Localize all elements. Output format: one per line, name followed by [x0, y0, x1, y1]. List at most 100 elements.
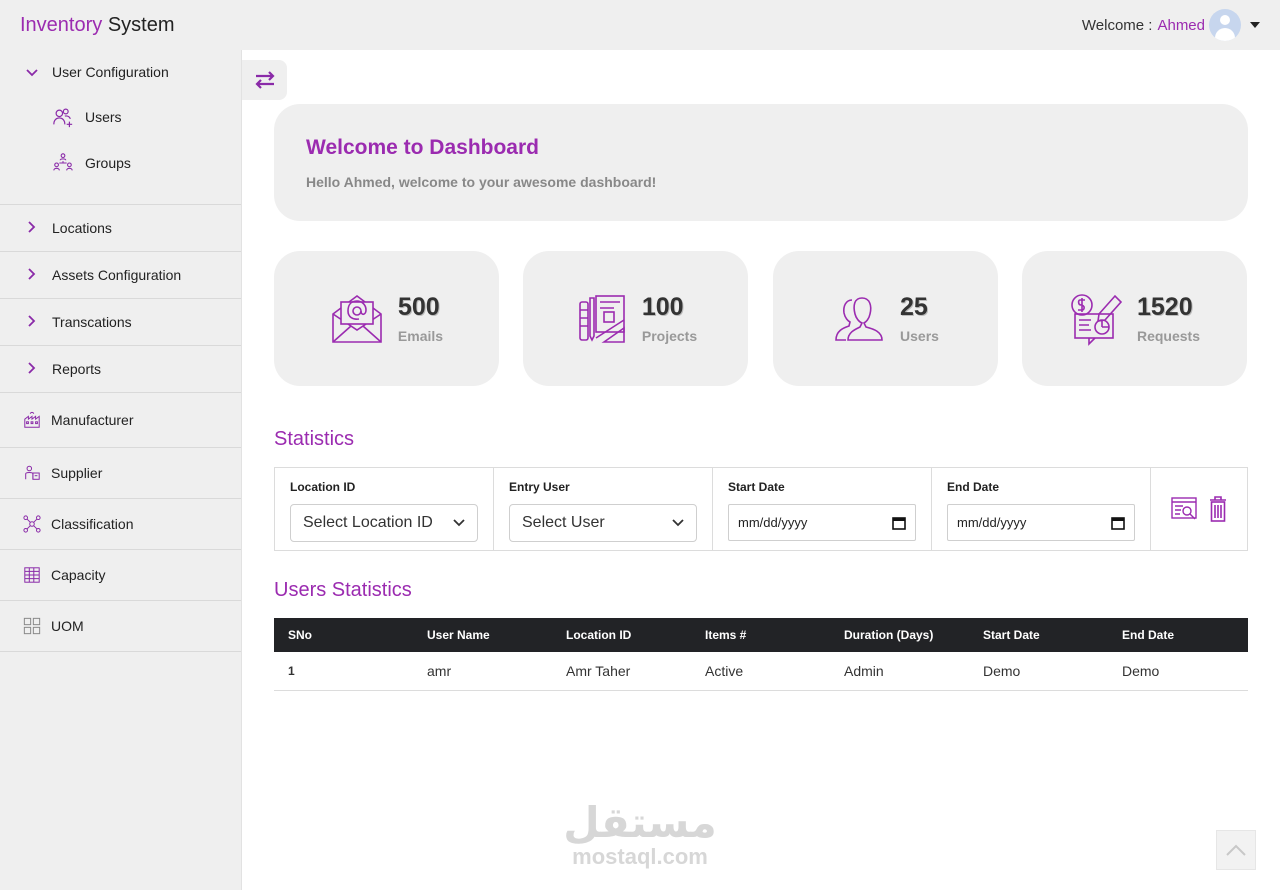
sidebar-item-user-configuration[interactable]: User Configuration: [0, 50, 241, 94]
location-select[interactable]: Select Location ID: [290, 504, 478, 542]
table-cell: Demo: [1122, 663, 1160, 679]
column-header[interactable]: User Name: [413, 628, 552, 642]
calendar-icon[interactable]: [1111, 516, 1125, 530]
requests-icon: [1071, 293, 1123, 346]
chevron-right-icon: [24, 220, 40, 236]
location-filter: Location ID Select Location ID: [275, 468, 494, 550]
sidebar-item-label: UOM: [51, 618, 84, 634]
uom-icon: [23, 617, 41, 635]
sidebar-item-reports[interactable]: Reports: [0, 346, 241, 392]
user-name: Ahmed: [1157, 16, 1205, 34]
sidebar-item-label: Classification: [51, 516, 134, 532]
sidebar-item-classification[interactable]: Classification: [0, 499, 241, 549]
sidebar-item-manufacturer[interactable]: Manufacturer: [0, 393, 241, 447]
sidebar-group-user-configuration: User Configuration Users Groups: [0, 50, 241, 205]
column-header[interactable]: Items #: [691, 628, 830, 642]
sidebar-item-capacity[interactable]: Capacity: [0, 550, 241, 600]
top-bar: Inventory System Welcome : Ahmed: [0, 0, 1280, 50]
caret-down-icon[interactable]: [1250, 22, 1260, 28]
stat-label: Users: [900, 328, 939, 344]
welcome-label: Welcome :: [1081, 16, 1153, 34]
table-row[interactable]: 1 amr Amr Taher Active Admin Demo Demo: [274, 652, 1248, 691]
watermark-arabic: مستقل: [563, 798, 717, 847]
users-statistics-table: SNo User Name Location ID Items # Durati…: [274, 618, 1248, 691]
sidebar-item-label: Supplier: [51, 465, 103, 481]
column-header[interactable]: End Date: [1108, 628, 1247, 642]
users-icon: [835, 296, 883, 341]
welcome-subtitle: Hello Ahmed, welcome to your awesome das…: [306, 174, 657, 190]
column-header[interactable]: SNo: [274, 628, 413, 642]
welcome-card: Welcome to Dashboard Hello Ahmed, welcom…: [274, 104, 1248, 221]
sidebar-item-label: Locations: [52, 220, 112, 236]
column-header[interactable]: Location ID: [552, 628, 691, 642]
calendar-icon[interactable]: [892, 516, 906, 530]
chevron-up-icon: [1226, 844, 1246, 856]
stat-label: Emails: [397, 328, 444, 344]
groups-icon: [53, 153, 73, 171]
chevron-right-icon: [24, 361, 40, 377]
column-header[interactable]: Duration (Days): [830, 628, 969, 642]
user-menu[interactable]: Welcome : Ahmed: [1082, 9, 1260, 41]
start-date-input[interactable]: mm/dd/yyyy: [728, 504, 916, 541]
stat-card-users[interactable]: 25 Users: [773, 251, 998, 386]
classification-icon: [23, 515, 41, 533]
add-user-icon: [53, 108, 73, 128]
statistics-filters: Location ID Select Location ID Entry Use…: [274, 467, 1248, 551]
sidebar-item-label: Manufacturer: [51, 412, 134, 428]
table-header: SNo User Name Location ID Items # Durati…: [274, 618, 1248, 652]
statistics-title: Statistics: [274, 428, 355, 450]
sidebar-item-assets-configuration[interactable]: Assets Configuration: [0, 252, 241, 298]
chevron-down-icon: [453, 519, 465, 527]
search-report-icon[interactable]: [1171, 497, 1197, 521]
start-date-value: mm/dd/yyyy: [738, 515, 808, 530]
sidebar-item-label: Assets Configuration: [52, 267, 182, 283]
sidebar-item-locations[interactable]: Locations: [0, 205, 241, 251]
capacity-icon: [24, 567, 40, 583]
app-brand[interactable]: Inventory System: [20, 14, 175, 37]
factory-icon: [24, 411, 40, 428]
sidebar-item-label: User Configuration: [52, 64, 169, 80]
sidebar-group-locations: Locations: [0, 205, 241, 252]
stat-value: 500: [397, 293, 440, 321]
sidebar-item-users[interactable]: Users: [0, 94, 241, 140]
start-date-filter: Start Date mm/dd/yyyy: [713, 468, 932, 550]
sidebar-group-reports: Reports: [0, 346, 241, 393]
avatar-icon[interactable]: [1209, 9, 1241, 41]
sidebar-item-supplier[interactable]: Supplier: [0, 448, 241, 498]
sidebar-group-assets-configuration: Assets Configuration: [0, 252, 241, 299]
end-date-label: End Date: [947, 480, 1000, 494]
email-icon: [332, 294, 382, 343]
sidebar-toggle-button[interactable]: [242, 60, 287, 100]
sidebar-group-manufacturer: Manufacturer: [0, 393, 241, 448]
column-header[interactable]: Start Date: [969, 628, 1108, 642]
stat-card-projects[interactable]: 100 Projects: [523, 251, 748, 386]
stat-card-emails[interactable]: 500 Emails: [274, 251, 499, 386]
supplier-icon: [25, 465, 40, 480]
sidebar-group-capacity: Capacity: [0, 550, 241, 601]
sidebar-group-supplier: Supplier: [0, 448, 241, 499]
stat-card-requests[interactable]: 1520 Requests: [1022, 251, 1247, 386]
sidebar-group-uom: UOM: [0, 601, 241, 652]
table-cell: Active: [705, 663, 744, 679]
end-date-value: mm/dd/yyyy: [957, 515, 1027, 530]
sidebar-item-uom[interactable]: UOM: [0, 601, 241, 651]
stat-value: 100: [641, 293, 684, 321]
chevron-right-icon: [24, 314, 40, 330]
end-date-filter: End Date mm/dd/yyyy: [932, 468, 1151, 550]
entry-user-select[interactable]: Select User: [509, 504, 697, 542]
back-to-top-button[interactable]: [1216, 830, 1256, 870]
users-statistics-title: Users Statistics: [274, 579, 412, 601]
sidebar-item-groups[interactable]: Groups: [0, 140, 241, 186]
trash-icon[interactable]: [1209, 496, 1227, 522]
sidebar-group-classification: Classification: [0, 499, 241, 550]
sidebar-group-transcations: Transcations: [0, 299, 241, 346]
end-date-input[interactable]: mm/dd/yyyy: [947, 504, 1135, 541]
entry-user-label: Entry User: [509, 480, 570, 494]
brand-inventory: Inventory: [20, 13, 103, 36]
stat-value: 1520: [1136, 293, 1193, 321]
location-label: Location ID: [290, 480, 356, 494]
table-cell: Amr Taher: [566, 663, 631, 679]
location-select-value: Select Location ID: [303, 514, 433, 531]
sidebar-item-label: Groups: [85, 155, 131, 171]
sidebar-item-transcations[interactable]: Transcations: [0, 299, 241, 345]
